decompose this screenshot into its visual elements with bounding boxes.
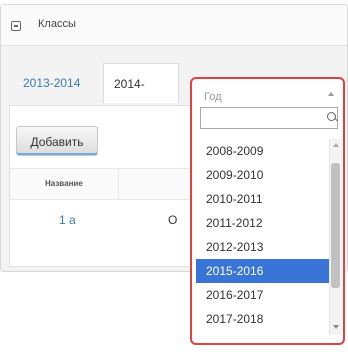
list-item[interactable]: 2016-2017 <box>196 283 331 307</box>
list-scrollbar[interactable] <box>329 139 342 335</box>
collapse-icon[interactable] <box>11 21 21 31</box>
class-other-cell: О <box>168 213 178 227</box>
panel-title: Классы <box>38 18 76 30</box>
year-options-list: 2008-2009 2009-2010 2010-2011 2011-2012 … <box>196 139 331 339</box>
add-button[interactable]: Добавить <box>16 126 98 156</box>
tab-2014-2015[interactable]: 2014-2015 <box>103 63 179 131</box>
chevron-up-icon[interactable] <box>328 92 334 96</box>
scroll-thumb[interactable] <box>331 163 340 288</box>
list-item[interactable]: 2010-2011 <box>196 187 331 211</box>
search-icon <box>327 112 336 121</box>
list-item[interactable]: 2008-2009 <box>196 139 331 163</box>
scroll-up-icon[interactable] <box>333 143 339 147</box>
tab-2013-2014[interactable]: 2013-2014 <box>13 63 99 103</box>
list-item[interactable]: 2017-2018 <box>196 307 331 331</box>
list-item[interactable]: 2012-2013 <box>196 235 331 259</box>
list-item[interactable]: 2011-2012 <box>196 211 331 235</box>
panel-header: Классы <box>1 5 347 46</box>
search-input[interactable] <box>200 107 338 129</box>
class-name-cell[interactable]: 1 а <box>59 213 76 227</box>
scroll-down-icon[interactable] <box>333 325 339 329</box>
year-dropdown: Год 2008-2009 2009-2010 2010-2011 2011-2… <box>190 77 345 345</box>
list-item-selected[interactable]: 2015-2016 <box>196 259 331 283</box>
column-divider <box>118 169 119 199</box>
column-header-name: Название <box>45 179 83 188</box>
select-placeholder: Год <box>204 91 222 103</box>
list-item[interactable]: 2009-2010 <box>196 163 331 187</box>
